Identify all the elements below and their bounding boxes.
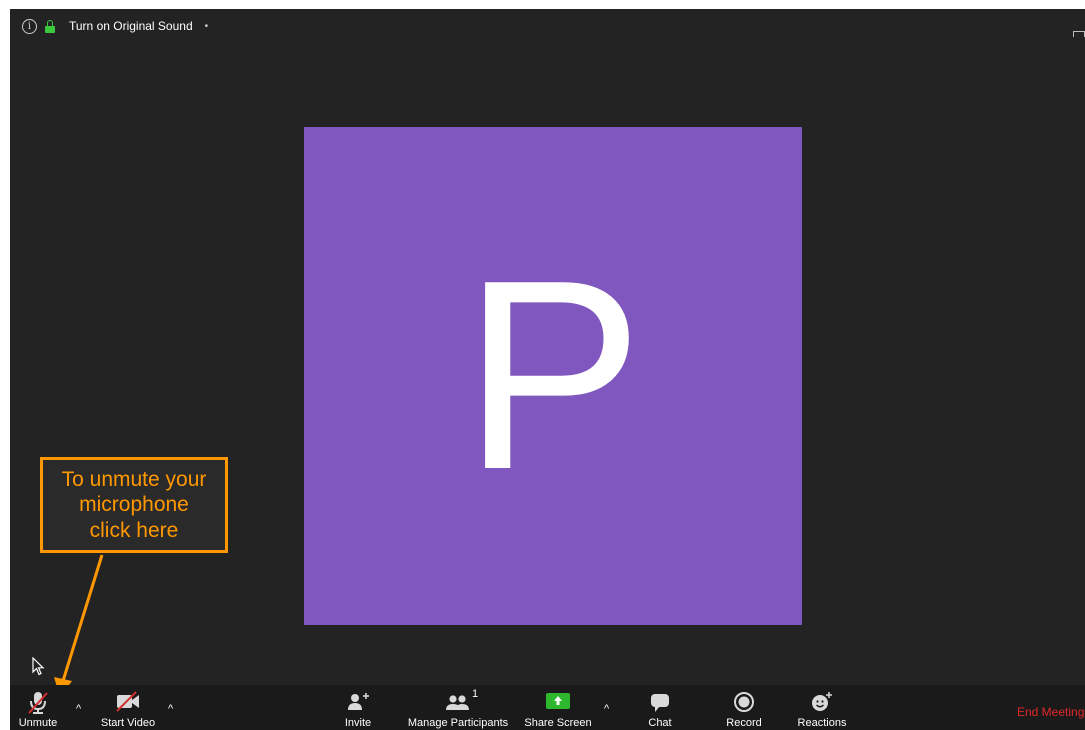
participant-initial: P bbox=[462, 225, 644, 526]
share-screen-icon bbox=[546, 693, 570, 709]
original-sound-button[interactable]: Turn on Original Sound bbox=[69, 19, 193, 33]
share-options-caret-icon[interactable]: ^ bbox=[604, 703, 609, 715]
meeting-controls-toolbar: Unmute ^ Start Video ^ Invite 1 Manage P… bbox=[10, 685, 1085, 730]
unmute-label: Unmute bbox=[18, 717, 58, 729]
participant-count: 1 bbox=[472, 688, 479, 700]
manage-participants-button[interactable]: 1 Manage Participants bbox=[398, 685, 518, 730]
unmute-callout: To unmute your microphone click here bbox=[40, 457, 228, 553]
reactions-button[interactable]: Reactions bbox=[794, 685, 850, 730]
manage-participants-label: Manage Participants bbox=[407, 717, 509, 729]
chat-label: Chat bbox=[648, 717, 672, 729]
meeting-top-bar: i Turn on Original Sound • bbox=[10, 9, 1085, 43]
start-video-label: Start Video bbox=[100, 717, 156, 729]
share-screen-button[interactable]: Share Screen bbox=[520, 685, 596, 730]
record-label: Record bbox=[726, 717, 762, 729]
original-sound-dropdown-icon[interactable]: • bbox=[205, 21, 209, 32]
info-icon[interactable]: i bbox=[22, 18, 37, 34]
participant-avatar: P bbox=[304, 127, 802, 625]
invite-label: Invite bbox=[344, 717, 372, 729]
chat-button[interactable]: Chat bbox=[640, 685, 680, 730]
record-button[interactable]: Record bbox=[722, 685, 766, 730]
chat-bubble-icon bbox=[651, 694, 669, 712]
record-icon bbox=[734, 692, 754, 712]
reactions-label: Reactions bbox=[797, 717, 847, 729]
video-options-caret-icon[interactable]: ^ bbox=[168, 703, 173, 715]
unmute-button[interactable]: Unmute bbox=[10, 685, 66, 730]
end-meeting-button[interactable]: End Meeting bbox=[1017, 705, 1084, 719]
mouse-cursor-icon bbox=[32, 657, 45, 676]
microphone-muted-icon bbox=[28, 692, 48, 714]
callout-text: To unmute your microphone click here bbox=[61, 468, 207, 542]
start-video-button[interactable]: Start Video bbox=[92, 685, 164, 730]
audio-options-caret-icon[interactable]: ^ bbox=[76, 703, 81, 715]
lock-icon[interactable] bbox=[45, 19, 55, 33]
reactions-emoji-icon bbox=[812, 692, 832, 711]
invite-user-icon bbox=[348, 693, 369, 710]
invite-button[interactable]: Invite bbox=[335, 685, 381, 730]
video-camera-off-icon bbox=[116, 691, 139, 712]
share-screen-label: Share Screen bbox=[524, 717, 592, 729]
participants-icon bbox=[446, 695, 469, 710]
zoom-meeting-window: i Turn on Original Sound • P To unmute y… bbox=[10, 9, 1085, 730]
fullscreen-icon[interactable] bbox=[1073, 31, 1085, 43]
